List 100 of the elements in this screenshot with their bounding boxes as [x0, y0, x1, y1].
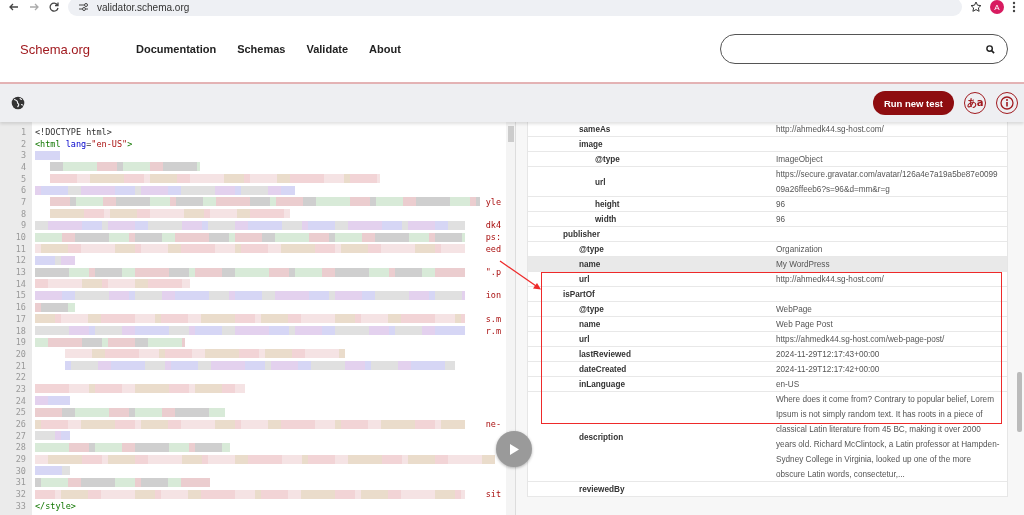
line-number: 18 [14, 325, 27, 336]
property-value: 2024-11-29T12:17:42+00:00 [776, 365, 880, 374]
property-row[interactable]: lastReviewed 2024-11-29T12:17:43+00:00 [528, 347, 1007, 362]
property-row[interactable]: sameAs http://ahmedk44.sg-host.com/ [528, 122, 1007, 137]
line-number: 31 [14, 477, 27, 488]
code-fragment: eed [485, 243, 502, 254]
property-row[interactable]: name My WordPress [528, 257, 1007, 272]
line-number: 27 [14, 430, 27, 441]
line-number: 15 [14, 290, 27, 301]
code-fragment: ion [485, 290, 502, 301]
property-value: 96 [776, 200, 786, 209]
annotation-arrow [499, 260, 541, 290]
search-icon[interactable] [986, 44, 995, 54]
line-number: 20 [14, 348, 27, 359]
address-bar[interactable]: validator.schema.org [68, 0, 962, 16]
line-number: 26 [14, 419, 27, 430]
line-number: 10 [14, 232, 27, 243]
nav-link[interactable]: Documentation [136, 43, 217, 55]
property-row[interactable]: @type WebPage [528, 302, 1007, 317]
property-row[interactable]: url http://ahmedk44.sg-host.com/ [528, 272, 1007, 287]
blurred-code-drawing [35, 302, 75, 312]
line-number: 5 [19, 173, 27, 184]
line-number: 22 [14, 372, 27, 383]
nav-link[interactable]: Schemas [237, 43, 286, 55]
code-line: <html lang="en-US"> [35, 138, 133, 149]
property-value: WebPage [776, 305, 812, 314]
run-new-test-button[interactable]: Run new test [872, 91, 954, 115]
info-icon [1000, 96, 1014, 110]
property-row[interactable]: publisher [528, 227, 1007, 242]
property-row[interactable]: url https://secure.gravatar.com/avatar/126a4e7a19a5be87e009909a26ffeeb6?s=96&d=mm&r=g [528, 167, 1007, 197]
property-row[interactable]: image [528, 137, 1007, 152]
line-number: 28 [14, 442, 27, 453]
property-value: 96 [776, 215, 786, 224]
property-name: description [579, 432, 624, 442]
property-row[interactable]: height 96 [528, 197, 1007, 212]
reload-icon[interactable] [48, 1, 60, 13]
globe-icon[interactable] [11, 96, 25, 110]
property-row[interactable]: url https://ahmedk44.sg-host.com/web-page-post/ [528, 332, 1007, 347]
line-number: 24 [14, 395, 27, 406]
line-number: 13 [14, 267, 27, 278]
code-fragment: sit [485, 489, 502, 500]
line-number: 21 [14, 360, 27, 371]
code-fragment: ne- [485, 419, 502, 430]
property-value: https://ahmedk44.sg-host.com/web-page-post/ [776, 335, 945, 344]
property-value: 2024-11-29T12:17:43+00:00 [776, 350, 880, 359]
property-name: dateCreated [579, 365, 627, 374]
line-number: 1 [19, 126, 27, 137]
back-icon[interactable] [8, 1, 20, 13]
profile-avatar[interactable]: A [990, 0, 1004, 14]
code-fragment: yle [485, 196, 502, 207]
property-row[interactable]: reviewedBy [528, 482, 1007, 497]
property-value: http://ahmedk44.sg-host.com/ [776, 125, 884, 134]
property-name: isPartOf [563, 290, 595, 299]
line-number: 25 [14, 407, 27, 418]
scrollbar[interactable] [506, 122, 515, 515]
line-number: 30 [14, 465, 27, 476]
scrollbar-thumb[interactable] [1017, 372, 1022, 432]
property-row[interactable]: @type Organization [528, 242, 1007, 257]
site-logo[interactable]: Schema.org [20, 41, 91, 57]
property-row[interactable]: isPartOf [528, 287, 1007, 302]
code-line: <!DOCTYPE html> [35, 126, 112, 137]
property-row[interactable]: @type ImageObject [528, 152, 1007, 167]
property-name: reviewedBy [579, 485, 625, 494]
line-number: 33 [14, 500, 27, 511]
nav-link[interactable]: About [369, 43, 401, 55]
code-fragment: ps: [485, 232, 502, 243]
property-value: ImageObject [776, 155, 823, 164]
nav-link[interactable]: Validate [306, 43, 349, 55]
property-row[interactable]: width 96 [528, 212, 1007, 227]
property-name: height [595, 200, 620, 209]
line-number: 7 [19, 196, 27, 207]
property-name: name [579, 260, 601, 269]
property-value: My WordPress [776, 260, 830, 269]
star-icon[interactable] [970, 1, 982, 13]
line-number: 8 [19, 208, 27, 219]
property-name: width [595, 215, 617, 224]
code-fragment: dk4 [485, 220, 502, 231]
property-row[interactable]: dateCreated 2024-11-29T12:17:42+00:00 [528, 362, 1007, 377]
play-icon [509, 443, 519, 455]
blurred-code-drawing [35, 150, 60, 160]
property-name: @type [595, 155, 620, 164]
property-value: Web Page Post [776, 320, 833, 329]
property-value: https://secure.gravatar.com/avatar/126a4e7a19a5be87e009909a26ffeeb6?s=96&d=mm&r=g [776, 170, 998, 194]
line-number: 3 [19, 150, 27, 161]
property-value: en-US [776, 380, 800, 389]
scrollbar-thumb[interactable] [508, 126, 514, 142]
property-name: image [579, 140, 603, 149]
site-settings-icon[interactable] [78, 2, 89, 12]
property-name: lastReviewed [579, 350, 631, 359]
code-fragment: r.m [485, 325, 502, 336]
property-row[interactable]: inLanguage en-US [528, 377, 1007, 392]
code-fragment: ".p [485, 267, 502, 278]
property-name: sameAs [579, 125, 611, 134]
menu-icon[interactable] [1012, 1, 1016, 13]
property-name: name [579, 320, 601, 329]
line-number: 11 [14, 243, 27, 254]
property-row[interactable] [528, 392, 1007, 482]
property-value: Organization [776, 245, 823, 254]
property-name: url [579, 275, 590, 284]
property-row[interactable]: name Web Page Post [528, 317, 1007, 332]
